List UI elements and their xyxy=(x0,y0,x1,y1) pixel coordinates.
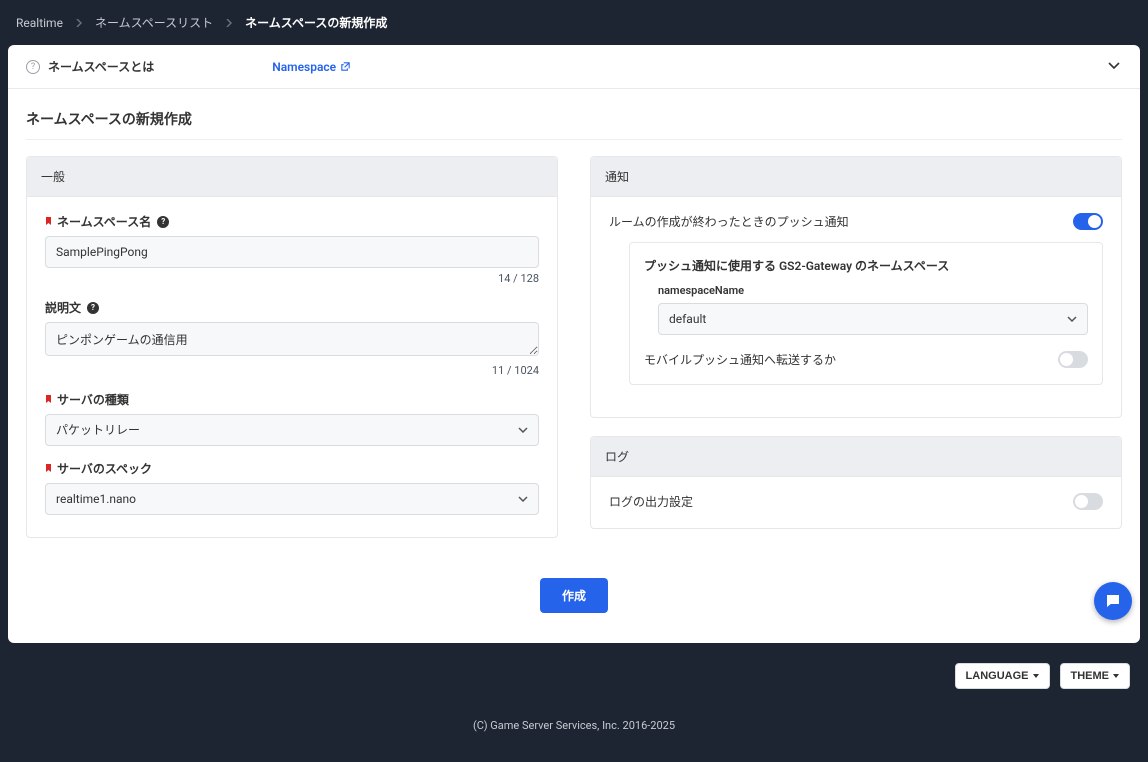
link-text: Namespace xyxy=(272,60,336,74)
breadcrumb-list[interactable]: ネームスペースリスト xyxy=(95,14,213,31)
name-counter: 14 / 128 xyxy=(45,272,539,285)
main-card: ? ネームスペースとは Namespace ネームスペースの新規作成 一般 xyxy=(8,45,1140,643)
right-column: 通知 ルームの作成が終わったときのプッシュ通知 プッシュ通知に使用する GS2-… xyxy=(590,156,1122,556)
gateway-ns-select[interactable]: default xyxy=(658,303,1088,335)
chevron-down-icon xyxy=(1106,57,1122,73)
breadcrumb-root[interactable]: Realtime xyxy=(16,16,63,30)
panel-general-header: 一般 xyxy=(27,157,557,197)
room-push-toggle[interactable] xyxy=(1073,213,1103,230)
help-icon[interactable]: ? xyxy=(87,302,99,314)
desc-label: 説明文 xyxy=(45,299,81,316)
server-spec-select[interactable]: realtime1.nano xyxy=(45,483,539,515)
gateway-sub-panel: プッシュ通知に使用する GS2-Gateway のネームスペース namespa… xyxy=(629,242,1103,385)
desc-input[interactable]: ピンポンゲームの通信用 xyxy=(45,322,539,356)
help-icon[interactable]: ? xyxy=(157,216,169,228)
chevron-right-icon xyxy=(225,16,233,30)
question-icon: ? xyxy=(26,60,40,74)
caret-down-icon xyxy=(1113,674,1119,678)
gateway-ns-label: namespaceName xyxy=(658,284,1088,297)
server-type-label: サーバの種類 xyxy=(57,391,129,408)
desc-counter: 11 / 1024 xyxy=(45,364,539,377)
theme-label: THEME xyxy=(1071,670,1110,682)
chat-button[interactable] xyxy=(1094,582,1132,620)
panel-general: 一般 ネームスペース名 ? 14 / 128 xyxy=(26,156,558,538)
panel-notify: 通知 ルームの作成が終わったときのプッシュ通知 プッシュ通知に使用する GS2-… xyxy=(590,156,1122,418)
namespace-doc-link[interactable]: Namespace xyxy=(272,60,351,74)
info-label: ネームスペースとは xyxy=(48,58,154,75)
caret-down-icon xyxy=(1033,674,1039,678)
server-type-select[interactable]: パケットリレー xyxy=(45,414,539,446)
info-row: ? ネームスペースとは Namespace xyxy=(8,45,1140,89)
required-icon xyxy=(45,463,53,475)
left-column: 一般 ネームスペース名 ? 14 / 128 xyxy=(26,156,558,556)
language-button[interactable]: LANGUAGE xyxy=(955,663,1050,689)
copyright: (C) Game Server Services, Inc. 2016-2025 xyxy=(0,701,1148,762)
panel-log: ログ ログの出力設定 xyxy=(590,436,1122,529)
create-button[interactable]: 作成 xyxy=(540,578,608,613)
gateway-label: プッシュ通知に使用する GS2-Gateway のネームスペース xyxy=(644,257,1088,274)
mobile-forward-toggle[interactable] xyxy=(1058,351,1088,368)
name-label: ネームスペース名 xyxy=(57,213,151,230)
chevron-right-icon xyxy=(75,16,83,30)
room-push-label: ルームの作成が終わったときのプッシュ通知 xyxy=(609,213,849,230)
log-output-toggle[interactable] xyxy=(1073,493,1103,510)
footer-bar: LANGUAGE THEME xyxy=(0,651,1148,701)
theme-button[interactable]: THEME xyxy=(1060,663,1131,689)
name-input[interactable] xyxy=(45,236,539,268)
breadcrumb-current: ネームスペースの新規作成 xyxy=(245,14,387,31)
page-title: ネームスペースの新規作成 xyxy=(26,109,1122,140)
language-label: LANGUAGE xyxy=(966,670,1029,682)
server-spec-label: サーバのスペック xyxy=(57,460,152,477)
required-icon xyxy=(45,394,53,406)
breadcrumb: Realtime ネームスペースリスト ネームスペースの新規作成 xyxy=(0,0,1148,45)
external-link-icon xyxy=(340,61,351,72)
log-output-label: ログの出力設定 xyxy=(609,493,693,510)
panel-log-header: ログ xyxy=(591,437,1121,477)
content: ネームスペースの新規作成 一般 ネームスペース名 ? 14 xyxy=(8,89,1140,643)
expand-toggle[interactable] xyxy=(1106,57,1122,76)
required-icon xyxy=(45,216,53,228)
chat-icon xyxy=(1104,592,1122,610)
mobile-forward-label: モバイルプッシュ通知へ転送するか xyxy=(644,351,836,368)
panel-notify-header: 通知 xyxy=(591,157,1121,197)
